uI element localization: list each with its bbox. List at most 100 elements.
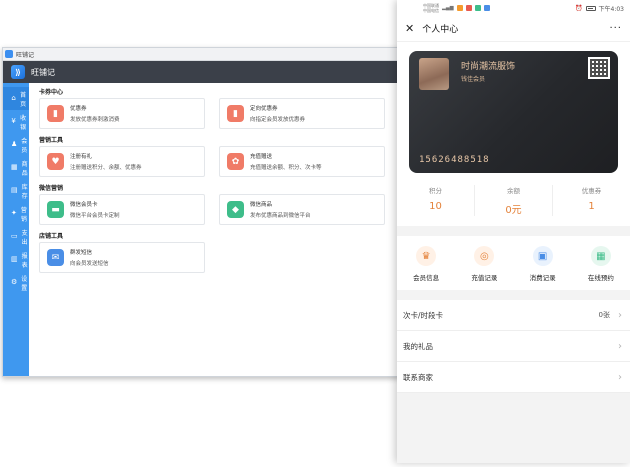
feature-card[interactable]: ◆ 微信商品 发布优惠商品到微信平台 [219,194,385,225]
card-row: ♥ 注册有礼注册赠送积分、余额、优惠券 ✿ 充值赠送 充值赠送余额、积分、次卡等 [39,146,399,177]
section-title: 店铺工具 [39,233,64,240]
member-card[interactable]: 时尚潮流服饰 钱佳会员 15626488518 [409,51,618,173]
sidebar-item-label: 收银 [20,114,27,131]
card-desc: 向会员发送短信 [70,261,109,267]
sidebar-item-label: 首页 [20,91,27,108]
feature-card[interactable]: ▮ 优惠券发放优惠券刺激消费 [39,98,205,129]
app-icon [5,50,13,58]
sidebar-item[interactable]: ⚙ 设置 [3,271,29,294]
feature-card[interactable]: ▬ 微信会员卡 微信平台会员卡定制 [39,194,205,225]
action-receipt[interactable]: ▣ 消费记录 [514,246,572,282]
stat-item[interactable]: 优惠券 1 [553,185,630,216]
card-row: ▮ 优惠券发放优惠券刺激消费 ▮ 定向优惠券 向指定会员发放优惠券 [39,98,399,129]
stat-label: 余额 [507,187,520,195]
wechat-card-icon: ▬ [47,201,64,218]
more-icon[interactable]: ··· [609,23,622,34]
member-level: 钱佳会员 [461,76,486,83]
card-desc: 注册赠送积分、余额、优惠券 [70,165,142,171]
coins-icon: ◎ [474,246,495,266]
sidebar-item[interactable]: ▥ 报表 [3,248,29,271]
chevron-right-icon: › [618,371,622,383]
desktop-body: ⌂ 首页 ¥ 收银 ♟ 会员 ▦ 商品 ▤ 库存 ✦ 营销 ▭ 支出 ▥ 报表 ⚙ 设置 卡券中心 ▮ 优惠券 发放优惠… [3,83,399,376]
sidebar-item-label: 营销 [20,206,27,223]
notification-icon [474,5,481,11]
notification-icon [465,5,472,11]
coupon-icon: ▮ [47,105,64,122]
wechat-goods-icon: ◆ [227,201,244,218]
menu-list: 次卡/时段卡 0张 › 我的礼品 › 联系商家 › [397,300,630,393]
sidebar-item[interactable]: ✦ 营销 [3,202,29,225]
card-text: 充值赠送 充值赠送余额、积分、次卡等 [250,152,322,171]
menu-item[interactable]: 我的礼品 › [397,331,630,362]
card-title: 群发短信 [70,250,93,256]
sidebar-item[interactable]: ▤ 库存 [3,179,29,202]
sidebar-item[interactable]: ⌂ 首页 [3,87,29,110]
sidebar-item[interactable]: ♟ 会员 [3,133,29,156]
notification-icon [456,5,463,11]
crown-icon: ♛ [416,246,437,266]
card-title: 充值赠送 [250,154,273,160]
settings-icon: ⚙ [11,278,18,286]
stat-item[interactable]: 余额 0元 [475,185,553,216]
sidebar-item-label: 库存 [21,183,28,200]
menu-item[interactable]: 次卡/时段卡 0张 › [397,300,630,331]
register-gift-icon: ♥ [47,153,64,170]
window-titlebar: 旺铺记 [3,48,399,61]
section-title: 卡券中心 [39,89,64,96]
menu-item-label: 联系商家 [403,372,433,382]
sidebar-item[interactable]: ¥ 收银 [3,110,29,133]
nav-bar: ✕ 个人中心 ··· [397,16,630,42]
feature-card[interactable]: ✿ 充值赠送 充值赠送余额、积分、次卡等 [219,146,385,177]
main-content: 卡券中心 ▮ 优惠券发放优惠券刺激消费 ▮ 定向优惠券 向指定会员发放优惠券营销工具 ♥ 注册… [29,83,399,376]
home-icon: ⌂ [11,94,16,102]
action-label: 会员信息 [413,274,440,282]
chevron-right-icon: › [618,309,622,321]
action-crown[interactable]: ♛ 会员信息 [397,246,455,282]
stat-value: 10 [429,201,442,212]
sidebar-item-label: 商品 [21,160,28,177]
stat-value: 0元 [505,205,522,216]
stage: 旺铺记 ⟫ 旺铺记 ⌂ 首页 ¥ 收银 ♟ 会员 ▦ 商品 ▤ 库存 ✦ 营销 ▭ 支出 ▥ 报表 ⚙ 设置 卡券… [0,0,630,467]
card-title: 定向优惠券 [250,106,278,112]
stat-value: 1 [588,201,595,212]
marketing-icon: ✦ [11,209,17,217]
feature-card[interactable]: ✉ 群发短信向会员发送短信 [39,242,205,273]
divider [397,226,630,236]
sidebar-item-label: 报表 [21,252,28,269]
status-bar: 中国联通 中国电信 ▂▄▆ ⏰ 下午4:03 [397,0,630,16]
divider [397,290,630,300]
feature-card[interactable]: ♥ 注册有礼注册赠送积分、余额、优惠券 [39,146,205,177]
action-calendar[interactable]: ▦ 在线预约 [572,246,630,282]
stock-icon: ▤ [11,186,18,194]
receipt-icon: ▣ [532,246,553,266]
action-coins[interactable]: ◎ 充值记录 [455,246,513,282]
action-label: 充值记录 [471,274,498,282]
menu-item[interactable]: 联系商家 › [397,362,630,393]
stat-label: 积分 [429,187,442,195]
stat-label: 优惠券 [581,187,602,195]
card-title: 注册有礼 [70,154,93,160]
card-text: 微信商品 发布优惠商品到微信平台 [250,200,311,219]
shop-name: 时尚潮流服饰 [461,62,516,72]
feature-card[interactable]: ▮ 定向优惠券 向指定会员发放优惠券 [219,98,385,129]
stat-item[interactable]: 积分 10 [397,185,475,216]
sidebar: ⌂ 首页 ¥ 收银 ♟ 会员 ▦ 商品 ▤ 库存 ✦ 营销 ▭ 支出 ▥ 报表 ⚙ 设置 [3,83,29,376]
close-icon[interactable]: ✕ [405,22,414,35]
card-title: 优惠券 [70,106,87,112]
card-desc: 发放优惠券刺激消费 [70,117,120,123]
target-coupon-icon: ▮ [227,105,244,122]
section-title: 微信营销 [39,185,64,192]
card-row: ▬ 微信会员卡 微信平台会员卡定制 ◆ 微信商品 发布优惠商品到微信平台 [39,194,399,225]
chevron-right-icon: › [618,340,622,352]
card-text: 微信会员卡 微信平台会员卡定制 [70,200,120,219]
sidebar-item[interactable]: ▭ 支出 [3,225,29,248]
section-title: 营销工具 [39,137,64,144]
sms-icon: ✉ [47,249,64,266]
card-text: 定向优惠券 向指定会员发放优惠券 [250,104,305,123]
qr-code-icon[interactable] [588,57,610,79]
stats-row: 积分 10 余额 0元 优惠券 1 [397,179,630,226]
sidebar-item[interactable]: ▦ 商品 [3,156,29,179]
card-title: 微信商品 [250,202,273,208]
carrier-info: 中国联通 中国电信 [423,3,439,13]
member-card-area: 时尚潮流服饰 钱佳会员 15626488518 [397,42,630,179]
